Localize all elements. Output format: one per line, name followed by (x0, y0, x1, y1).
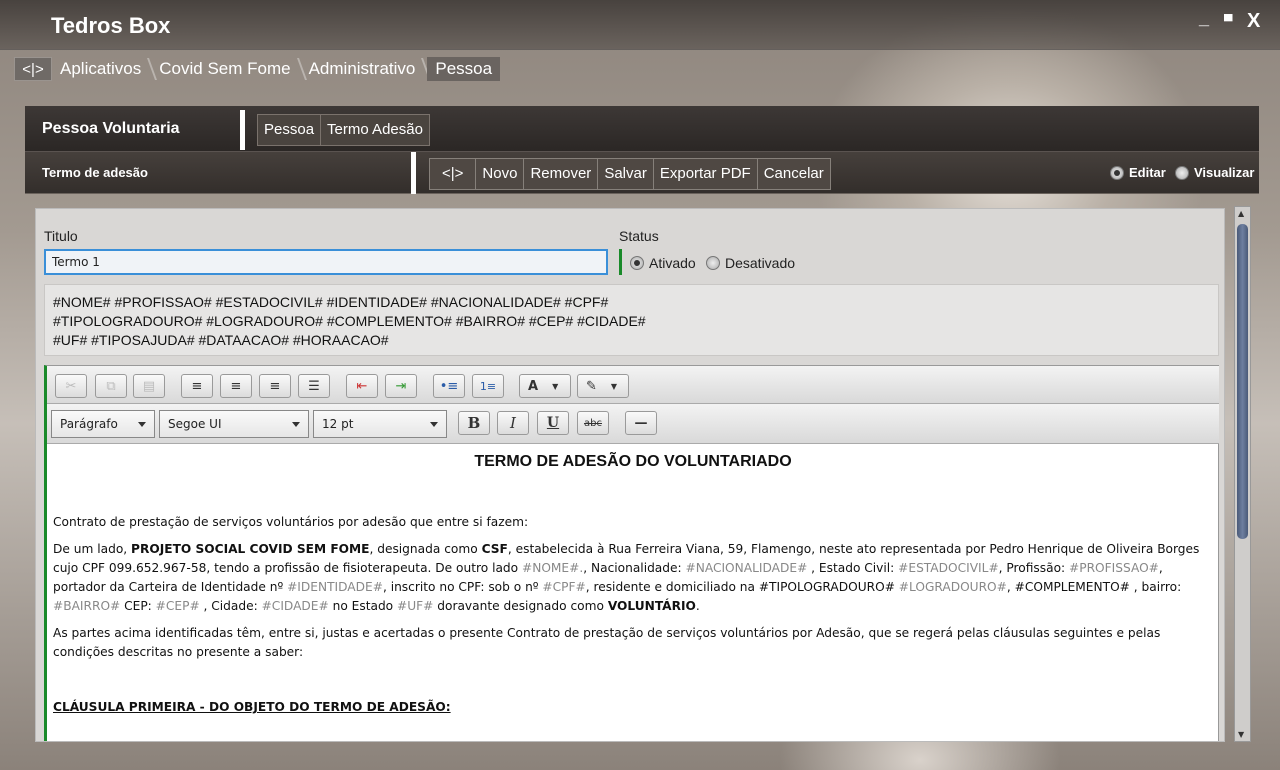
font-size-select[interactable]: 12 pt (313, 410, 447, 438)
mode-editar-radio[interactable]: Editar (1110, 165, 1166, 180)
document-paragraph-agreement: As partes acima identificadas têm, entre… (53, 626, 1161, 659)
title-bar: Tedros Box _ ▀ X (0, 0, 1280, 50)
header-divider (240, 110, 245, 150)
subheader: Termo de adesão <|> Novo Remover Salvar … (25, 152, 1259, 194)
status-desativado-label: Desativado (725, 255, 796, 271)
mode-visualizar-radio[interactable]: Visualizar (1175, 165, 1254, 180)
novo-button[interactable]: Novo (475, 158, 524, 190)
scroll-up-icon[interactable]: ▲ (1238, 209, 1244, 218)
font-size-value: 12 pt (322, 417, 354, 431)
paragraph-style-select[interactable]: Parágrafo (51, 410, 155, 438)
editor-toolbar-format: Parágrafo Segoe UI 12 pt B I U abc — (47, 404, 1219, 444)
document-heading: TERMO DE ADESÃO DO VOLUNTARIADO (474, 453, 792, 470)
paste-icon[interactable]: ▤ (133, 374, 165, 398)
chevron-down-icon (138, 422, 146, 427)
chevron-down-icon (430, 422, 438, 427)
tag-list: #NOME# #PROFISSAO# #ESTADOCIVIL# #IDENTI… (44, 284, 1219, 356)
close-button[interactable]: X (1247, 10, 1260, 33)
breadcrumb-item-pessoa[interactable]: Pessoa (427, 57, 501, 81)
align-center-icon[interactable]: ≡ (220, 374, 252, 398)
document-clause-heading: CLÁUSULA PRIMEIRA - DO OBJETO DO TERMO D… (53, 700, 451, 714)
status-desativado-radio[interactable]: Desativado (706, 255, 795, 271)
exportar-pdf-button[interactable]: Exportar PDF (652, 158, 757, 190)
font-color-icon[interactable]: A ▼ (519, 374, 571, 398)
status-label: Status (619, 228, 659, 244)
vertical-scrollbar[interactable]: ▲ ▼ (1234, 206, 1251, 742)
paragraph-style-value: Parágrafo (60, 417, 118, 431)
status-ativado-label: Ativado (649, 255, 696, 271)
horizontal-rule-button[interactable]: — (625, 411, 657, 435)
minimize-button[interactable]: _ (1199, 8, 1209, 29)
rich-text-editor: ✂ ⧉ ▤ ≡ ≡ ≡ ☰ ⇤ ⇥ •≡ 1≡ A ▼ ✎ ▼ Parágrafo … (44, 365, 1219, 741)
strikethrough-button[interactable]: abc (577, 411, 609, 435)
remover-button[interactable]: Remover (523, 158, 598, 190)
font-family-value: Segoe UI (168, 417, 222, 431)
subheader-divider (411, 152, 416, 194)
panel-header: Pessoa Voluntaria Pessoa Termo Adesão (25, 106, 1259, 152)
document-body[interactable]: TERMO DE ADESÃO DO VOLUNTARIADO Contrato… (53, 446, 1213, 741)
main-panel: Pessoa Voluntaria Pessoa Termo Adesão Te… (25, 106, 1259, 748)
form-content: Titulo Status Ativado Desativado #NOME# … (35, 208, 1225, 742)
titulo-label: Titulo (44, 228, 78, 244)
document-intro: Contrato de prestação de serviços volunt… (53, 515, 529, 529)
scrollbar-thumb[interactable] (1237, 224, 1248, 539)
align-left-icon[interactable]: ≡ (181, 374, 213, 398)
outdent-icon[interactable]: ⇤ (346, 374, 378, 398)
cut-icon[interactable]: ✂ (55, 374, 87, 398)
breadcrumb-item-administrativo[interactable]: Administrativo (303, 57, 428, 81)
tag-line: #UF# #TIPOSAJUDA# #DATAACAO# #HORAACAO# (53, 332, 389, 348)
font-family-select[interactable]: Segoe UI (159, 410, 309, 438)
chevron-down-icon (292, 422, 300, 427)
breadcrumb: <|> Aplicativos Covid Sem Fome Administr… (14, 57, 501, 81)
breadcrumb-item-aplicativos[interactable]: Aplicativos (54, 57, 153, 81)
tab-termo-adesao[interactable]: Termo Adesão (320, 114, 430, 146)
subheader-title: Termo de adesão (42, 165, 148, 180)
bold-button[interactable]: B (458, 411, 490, 435)
indent-icon[interactable]: ⇥ (385, 374, 417, 398)
panel-tabs: Pessoa Termo Adesão (257, 114, 430, 146)
document-paragraph-parties: De um lado, PROJETO SOCIAL COVID SEM FOM… (53, 542, 1200, 613)
bullet-list-icon[interactable]: •≡ (433, 374, 465, 398)
cancelar-button[interactable]: Cancelar (756, 158, 831, 190)
titulo-input[interactable] (44, 249, 608, 275)
radio-unselected-icon (1175, 165, 1189, 180)
breadcrumb-item-covid[interactable]: Covid Sem Fome (153, 57, 302, 81)
tab-pessoa[interactable]: Pessoa (257, 114, 321, 146)
copy-icon[interactable]: ⧉ (95, 374, 127, 398)
italic-button[interactable]: I (497, 411, 529, 435)
tag-line: #TIPOLOGRADOURO# #LOGRADOURO# #COMPLEMEN… (53, 313, 646, 329)
tag-line: #NOME# #PROFISSAO# #ESTADOCIVIL# #IDENTI… (53, 294, 609, 310)
action-toolbar: <|> Novo Remover Salvar Exportar PDF Can… (429, 158, 831, 190)
status-indicator (619, 249, 622, 275)
status-ativado-radio[interactable]: Ativado (630, 255, 696, 271)
editor-toolbar-top: ✂ ⧉ ▤ ≡ ≡ ≡ ☰ ⇤ ⇥ •≡ 1≡ A ▼ ✎ ▼ (47, 366, 1219, 404)
radio-selected-icon (630, 256, 644, 270)
highlight-color-icon[interactable]: ✎ ▼ (577, 374, 629, 398)
app-title: Tedros Box (51, 13, 171, 38)
scroll-down-icon[interactable]: ▼ (1238, 730, 1244, 739)
radio-unselected-icon (706, 256, 720, 270)
salvar-button[interactable]: Salvar (597, 158, 653, 190)
underline-button[interactable]: U (537, 411, 569, 435)
radio-selected-icon (1110, 165, 1124, 180)
numbered-list-icon[interactable]: 1≡ (472, 374, 504, 398)
mode-visualizar-label: Visualizar (1194, 165, 1255, 180)
toggle-button[interactable]: <|> (429, 158, 476, 190)
align-right-icon[interactable]: ≡ (259, 374, 291, 398)
breadcrumb-back-button[interactable]: <|> (14, 57, 52, 81)
maximize-button[interactable]: ▀ (1224, 14, 1233, 28)
justify-icon[interactable]: ☰ (298, 374, 330, 398)
mode-editar-label: Editar (1129, 165, 1166, 180)
panel-title: Pessoa Voluntaria (42, 120, 180, 137)
